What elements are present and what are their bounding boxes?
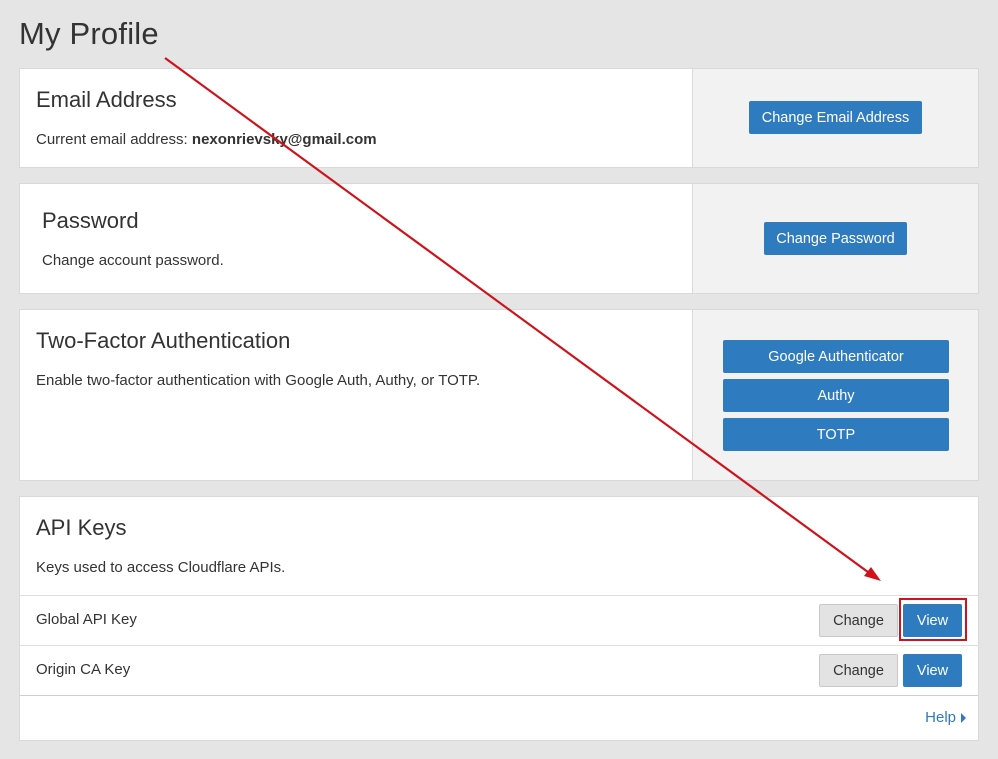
origin-ca-key-label: Origin CA Key	[36, 661, 131, 678]
global-api-key-view-button[interactable]: View	[903, 604, 962, 637]
origin-ca-key-change-button[interactable]: Change	[819, 654, 898, 687]
authy-button[interactable]: Authy	[723, 379, 949, 412]
origin-ca-key-view-button[interactable]: View	[903, 654, 962, 687]
email-card-main: Email Address Current email address: nex…	[20, 69, 692, 167]
twofa-card: Two-Factor Authentication Enable two-fac…	[19, 309, 979, 481]
password-card-main: Password Change account password.	[20, 184, 692, 293]
api-keys-footer: Help	[20, 695, 978, 741]
email-card: Email Address Current email address: nex…	[19, 68, 979, 168]
totp-button[interactable]: TOTP	[723, 418, 949, 451]
change-email-button[interactable]: Change Email Address	[749, 101, 922, 134]
password-card-actions: Change Password	[692, 184, 978, 293]
global-api-key-label: Global API Key	[36, 611, 137, 628]
help-link-label: Help	[925, 709, 956, 726]
change-password-button[interactable]: Change Password	[764, 222, 907, 255]
help-link[interactable]: Help	[925, 709, 966, 726]
caret-right-icon	[961, 712, 966, 723]
email-card-title: Email Address	[36, 87, 177, 112]
password-card: Password Change account password. Change…	[19, 183, 979, 294]
api-key-row-origin-ca: Origin CA Key Change View	[20, 645, 978, 695]
email-card-desc: Current email address: nexonrievsky@gmai…	[36, 131, 377, 148]
api-keys-desc: Keys used to access Cloudflare APIs.	[36, 559, 286, 576]
email-card-actions: Change Email Address	[692, 69, 978, 167]
email-desc-prefix: Current email address:	[36, 131, 192, 148]
twofa-card-main: Two-Factor Authentication Enable two-fac…	[20, 310, 692, 480]
twofa-card-desc: Enable two-factor authentication with Go…	[36, 372, 481, 389]
password-card-desc: Change account password.	[42, 252, 224, 269]
google-authenticator-button[interactable]: Google Authenticator	[723, 340, 949, 373]
current-email-value: nexonrievsky@gmail.com	[191, 131, 377, 148]
api-keys-title: API Keys	[36, 515, 127, 540]
twofa-card-actions: Google Authenticator Authy TOTP	[692, 310, 978, 480]
api-keys-card: API Keys Keys used to access Cloudflare …	[19, 496, 979, 741]
api-key-row-global: Global API Key Change View	[20, 595, 978, 645]
twofa-card-title: Two-Factor Authentication	[36, 328, 291, 353]
password-card-title: Password	[42, 208, 139, 233]
page-title: My Profile	[19, 16, 159, 51]
global-api-key-change-button[interactable]: Change	[819, 604, 898, 637]
